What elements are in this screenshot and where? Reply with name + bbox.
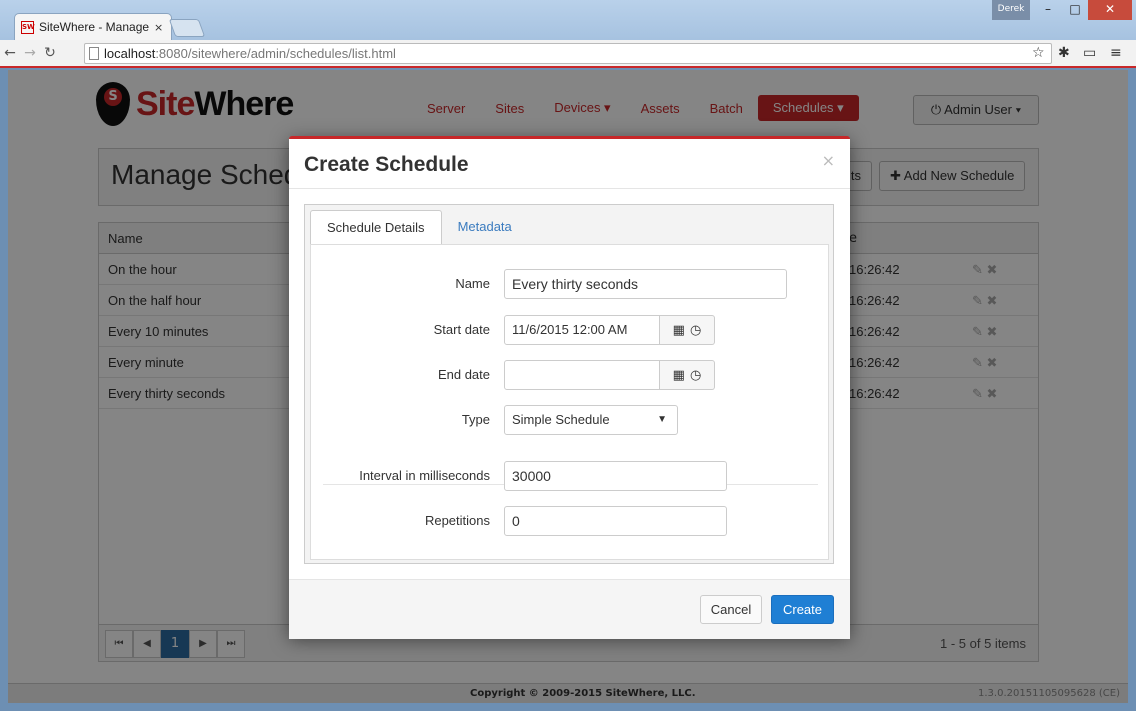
reload-icon[interactable]: ↻ [40, 45, 60, 61]
url-path: :8080/sitewhere/admin/schedules/list.htm… [155, 46, 396, 61]
tab-schedule-details[interactable]: Schedule Details [310, 210, 442, 245]
form-row-interval: Interval in milliseconds 30000 [311, 461, 830, 491]
dialog-footer: Cancel Create [289, 580, 850, 639]
tab-close-icon[interactable]: × [154, 21, 163, 34]
forward-arrow-icon[interactable]: → [20, 45, 40, 61]
cast-icon[interactable]: ▭ [1083, 45, 1096, 61]
maximize-button[interactable]: □ [1062, 0, 1088, 20]
dialog-close-icon[interactable]: × [822, 151, 835, 170]
clock-icon[interactable]: ◷ [690, 368, 701, 383]
profile-badge[interactable]: Derek [992, 0, 1030, 20]
tab-body: Name Every thirty seconds Start date 11/… [310, 244, 829, 560]
dialog-title: Create Schedule [304, 153, 469, 176]
page-icon [89, 47, 99, 60]
window-titlebar: SW SiteWhere - Manage × Derek – □ ✕ [0, 0, 1136, 40]
browser-toolbar: ← → ↻ localhost:8080/sitewhere/admin/sch… [0, 40, 1136, 68]
close-window-button[interactable]: ✕ [1088, 0, 1132, 20]
tab-title: SiteWhere - Manage [39, 20, 149, 34]
name-input[interactable]: Every thirty seconds [504, 269, 787, 299]
name-label: Name [455, 276, 490, 291]
end-date-picker[interactable]: ▦ ◷ [660, 360, 715, 390]
end-date-label: End date [437, 367, 490, 382]
repetitions-label: Repetitions [424, 513, 490, 528]
start-date-input[interactable]: 11/6/2015 12:00 AM [504, 315, 660, 345]
calendar-icon[interactable]: ▦ [673, 323, 685, 338]
start-date-label: Start date [433, 322, 490, 337]
menu-icon[interactable]: ≡ [1110, 45, 1122, 61]
create-schedule-dialog: Create Schedule × Schedule Details Metad… [289, 136, 850, 639]
cancel-button[interactable]: Cancel [700, 595, 762, 624]
browser-tab[interactable]: SW SiteWhere - Manage × [14, 13, 172, 40]
type-label: Type [461, 412, 490, 427]
address-bar[interactable]: localhost:8080/sitewhere/admin/schedules… [84, 43, 1052, 64]
form-row-end-date: End date ▦ ◷ [311, 360, 830, 390]
form-row-repetitions: Repetitions 0 [311, 506, 830, 536]
end-date-input[interactable] [504, 360, 660, 390]
interval-label: Interval in milliseconds [359, 468, 490, 483]
url-host: localhost [104, 46, 156, 61]
type-select-value: Simple Schedule [512, 412, 610, 427]
dropdown-caret-icon: ▼ [657, 414, 667, 425]
new-tab-button[interactable] [168, 19, 206, 37]
dialog-tabs: Schedule Details Metadata Name Every thi… [304, 204, 834, 564]
extension-gear-icon[interactable]: ✱ [1058, 45, 1070, 61]
divider [289, 188, 850, 189]
repetitions-input[interactable]: 0 [504, 506, 727, 536]
back-arrow-icon[interactable]: ← [0, 45, 20, 61]
bookmark-star-icon[interactable]: ☆ [1032, 45, 1045, 61]
create-button[interactable]: Create [771, 595, 834, 624]
interval-input[interactable]: 30000 [504, 461, 727, 491]
tab-metadata[interactable]: Metadata [442, 210, 528, 245]
form-row-name: Name Every thirty seconds [311, 269, 830, 299]
minimize-button[interactable]: – [1034, 0, 1062, 20]
type-select[interactable]: Simple Schedule ▼ [504, 405, 678, 435]
tab-strip: Schedule Details Metadata [310, 210, 528, 245]
form-row-start-date: Start date 11/6/2015 12:00 AM ▦ ◷ [311, 315, 830, 345]
clock-icon[interactable]: ◷ [690, 323, 701, 338]
calendar-icon[interactable]: ▦ [673, 368, 685, 383]
form-row-type: Type Simple Schedule ▼ [311, 405, 830, 435]
sitewhere-favicon-icon: SW [21, 20, 35, 34]
start-date-picker[interactable]: ▦ ◷ [660, 315, 715, 345]
